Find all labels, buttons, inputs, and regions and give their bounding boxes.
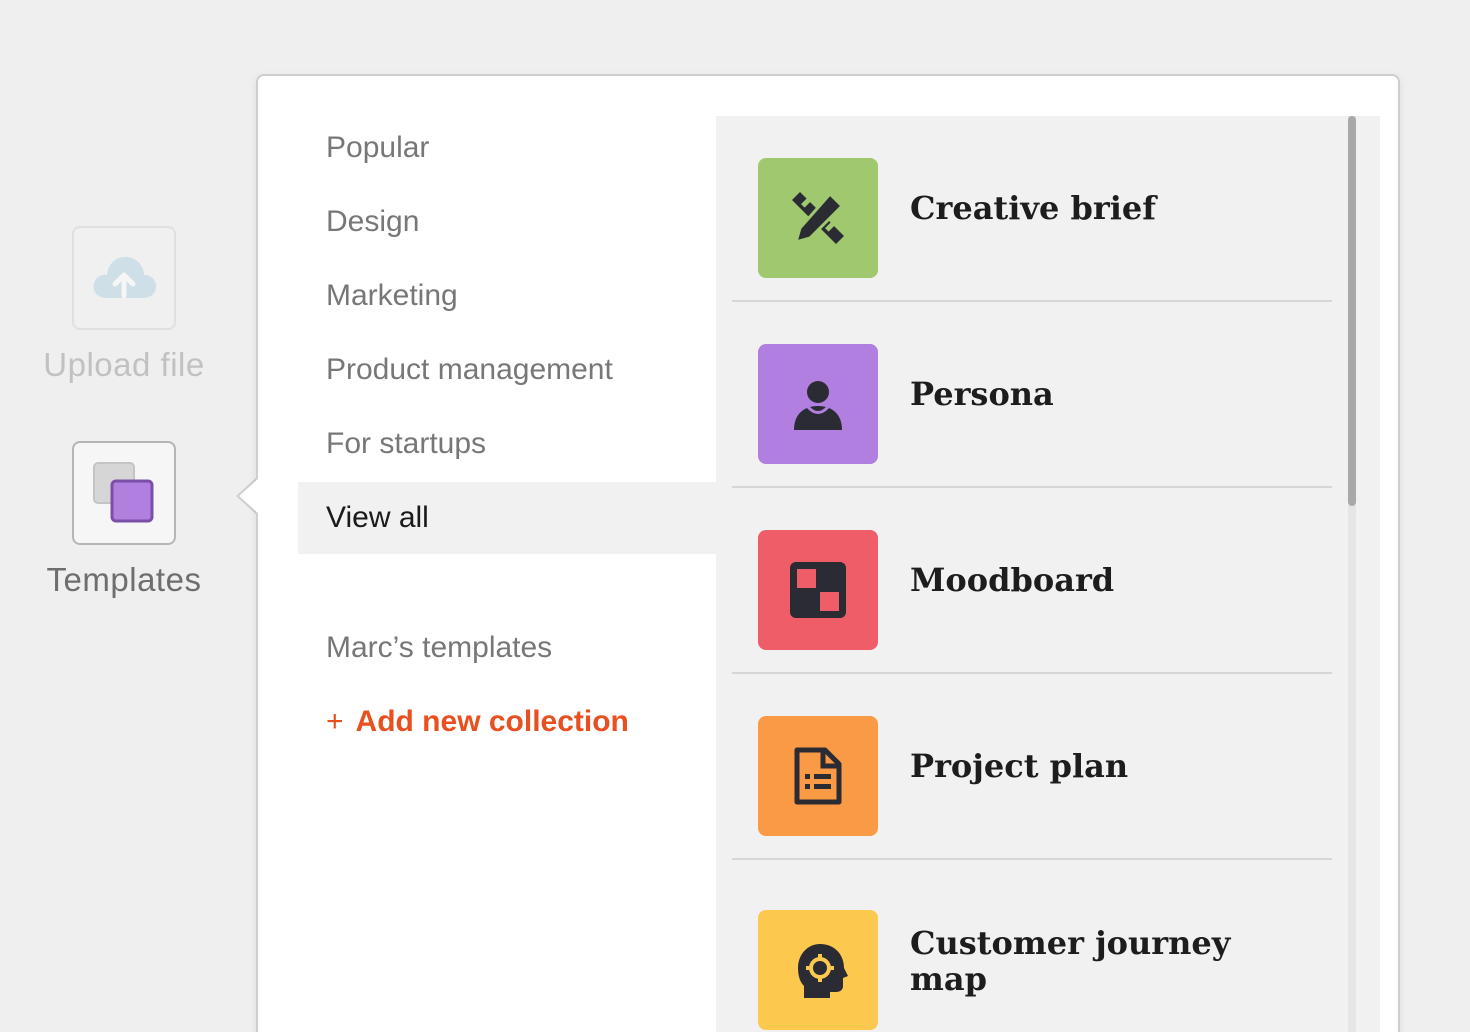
- cloud-upload-icon: [93, 256, 157, 299]
- add-new-collection-button[interactable]: + Add new collection: [326, 686, 629, 758]
- template-icon-tile: [758, 910, 878, 1030]
- category-for-startups[interactable]: For startups: [298, 408, 716, 480]
- pencil-ruler-icon: [792, 191, 845, 245]
- template-project-plan[interactable]: Project plan: [732, 674, 1332, 860]
- moodboard-grid-icon: [790, 562, 846, 618]
- template-customer-journey-map[interactable]: Customer journey map: [732, 868, 1332, 1032]
- document-list-icon: [794, 747, 842, 805]
- category-product-management[interactable]: Product management: [298, 334, 716, 406]
- category-popular[interactable]: Popular: [298, 112, 716, 184]
- category-marketing[interactable]: Marketing: [298, 260, 716, 332]
- upload-file-tool[interactable]: Upload file: [40, 226, 208, 384]
- canvas: Upload file Templates Popular Design Mar…: [0, 0, 1470, 1032]
- category-menu: Popular Design Marketing Product managem…: [298, 112, 716, 556]
- template-name: Project plan: [910, 747, 1129, 785]
- template-icon-tile: [758, 530, 878, 650]
- plus-icon: +: [326, 705, 344, 738]
- templates-icon: [93, 462, 154, 523]
- template-icon-tile: [758, 158, 878, 278]
- category-view-all[interactable]: View all: [298, 482, 716, 554]
- templates-label: Templates: [46, 561, 202, 598]
- template-moodboard[interactable]: Moodboard: [732, 488, 1332, 674]
- template-icon-tile: [758, 716, 878, 836]
- head-gear-icon: [798, 944, 848, 998]
- my-templates-link[interactable]: Marc’s templates: [326, 612, 552, 684]
- upload-file-label: Upload file: [43, 346, 205, 383]
- template-name: Persona: [910, 375, 1054, 413]
- template-icon-tile: [758, 344, 878, 464]
- upload-file-button[interactable]: [72, 226, 176, 330]
- templates-tool[interactable]: Templates: [40, 441, 208, 599]
- add-new-collection-label: Add new collection: [355, 705, 629, 738]
- template-name: Customer journey map: [910, 924, 1231, 998]
- template-creative-brief[interactable]: Creative brief: [732, 116, 1332, 302]
- person-icon: [794, 381, 842, 430]
- template-name: Creative brief: [910, 189, 1156, 227]
- category-design[interactable]: Design: [298, 186, 716, 258]
- templates-button[interactable]: [72, 441, 176, 545]
- template-name: Moodboard: [910, 561, 1115, 599]
- template-persona[interactable]: Persona: [732, 302, 1332, 488]
- scrollbar-thumb[interactable]: [1348, 116, 1356, 506]
- template-list: Creative brief Persona Moodboard Project…: [716, 116, 1380, 1032]
- popover-caret-fill: [239, 478, 259, 514]
